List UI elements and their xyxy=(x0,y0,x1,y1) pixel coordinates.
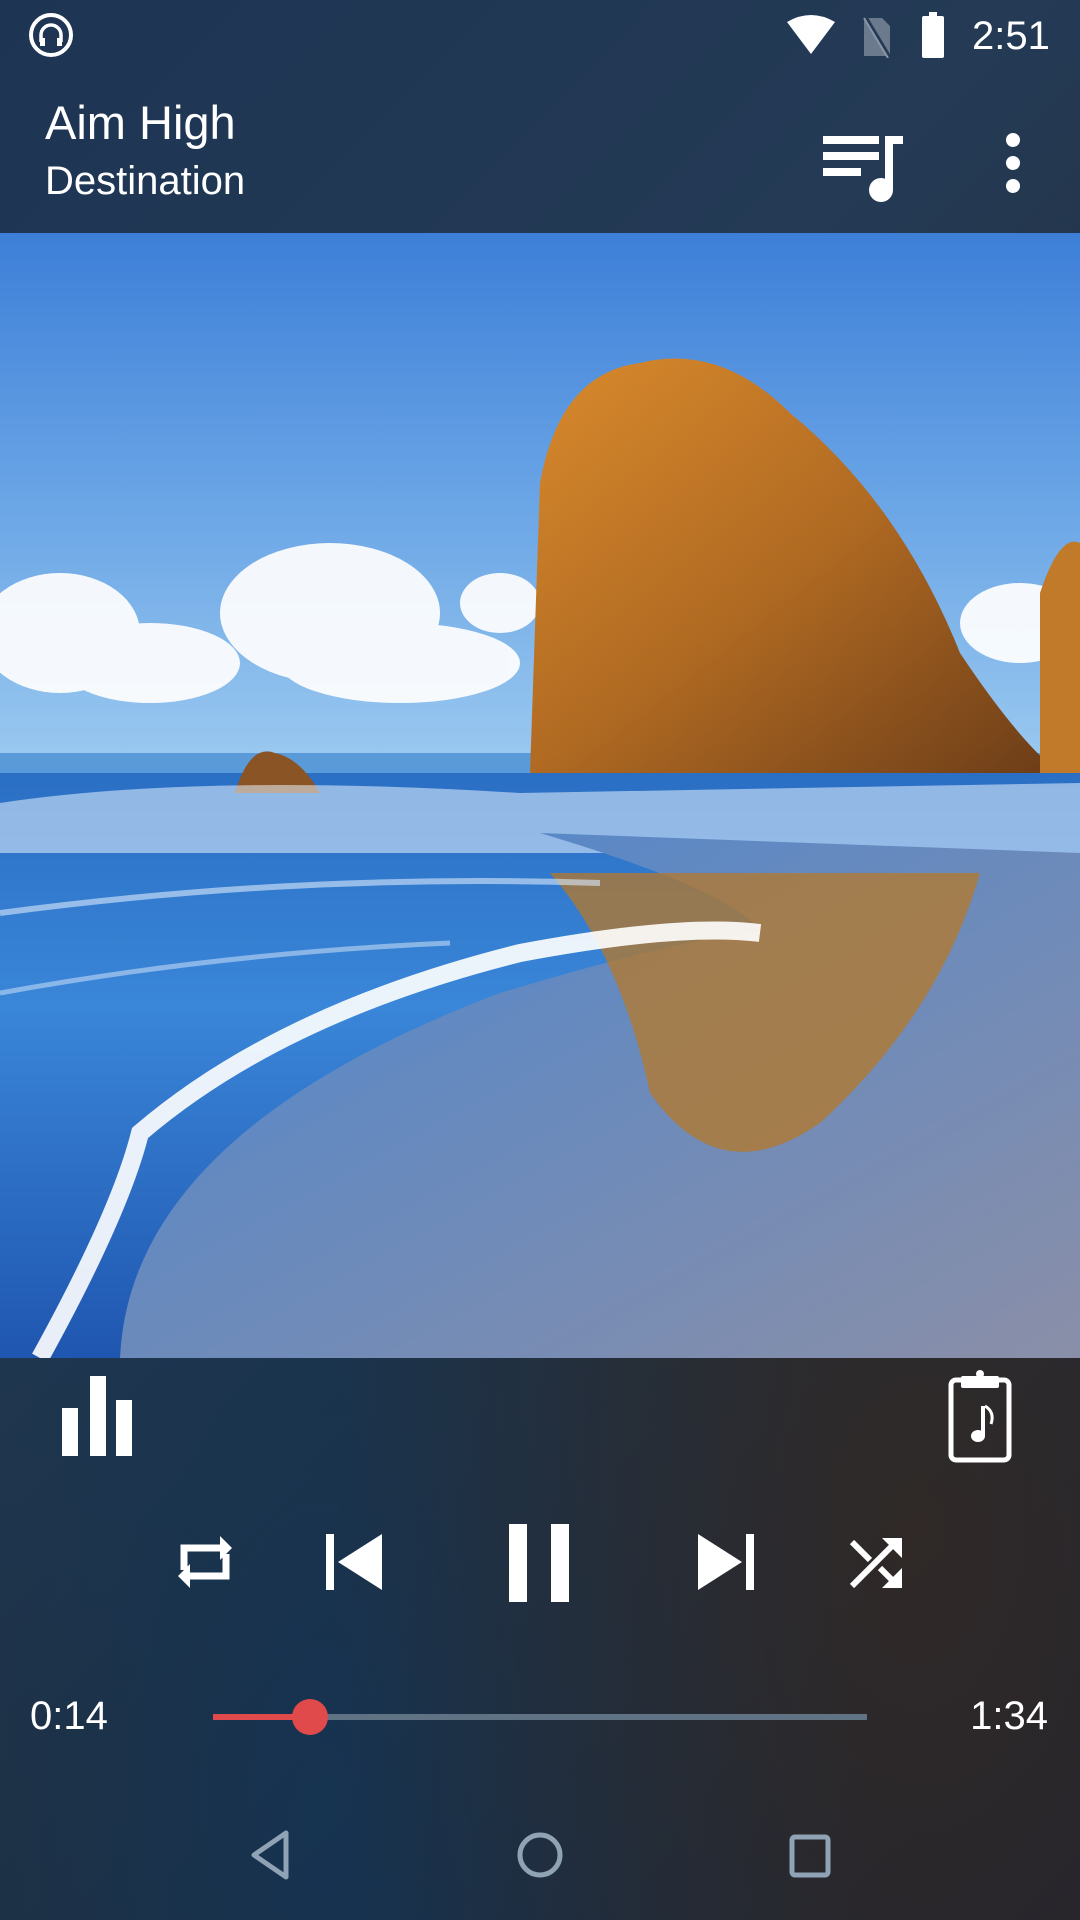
song-title: Aim High xyxy=(45,96,236,149)
seek-thumb[interactable] xyxy=(292,1699,329,1735)
more-options-button[interactable] xyxy=(990,122,1036,208)
lyrics-clipboard-icon xyxy=(945,1368,1017,1464)
lyrics-button[interactable] xyxy=(945,1368,1017,1464)
queue-button[interactable] xyxy=(815,122,911,208)
play-pause-button[interactable] xyxy=(497,1512,583,1612)
nav-back-button[interactable] xyxy=(230,1815,310,1895)
recents-icon xyxy=(770,1815,850,1895)
back-icon xyxy=(230,1815,310,1895)
nav-home-button[interactable] xyxy=(500,1815,580,1895)
repeat-icon xyxy=(170,1512,240,1612)
app-header: Aim High Destination xyxy=(0,72,1080,233)
seek-bar[interactable] xyxy=(213,1697,867,1737)
headphones-icon xyxy=(28,12,74,58)
next-button[interactable] xyxy=(690,1512,762,1612)
equalizer-icon xyxy=(58,1370,140,1458)
pause-icon xyxy=(497,1512,583,1612)
status-time: 2:51 xyxy=(972,14,1050,58)
more-vert-icon xyxy=(990,122,1036,208)
equalizer-button[interactable] xyxy=(58,1370,140,1458)
skip-previous-icon xyxy=(318,1512,390,1612)
no-sim-icon xyxy=(862,16,892,58)
battery-icon xyxy=(922,12,944,58)
artist-name: Destination xyxy=(45,159,246,203)
album-art xyxy=(0,233,1080,1358)
wifi-icon xyxy=(785,14,837,56)
current-time: 0:14 xyxy=(30,1694,108,1738)
home-icon xyxy=(500,1815,580,1895)
shuffle-button[interactable] xyxy=(842,1512,912,1612)
status-bar: 2:51 xyxy=(0,0,1080,72)
navigation-bar xyxy=(0,1790,1080,1920)
queue-music-icon xyxy=(815,122,911,208)
repeat-button[interactable] xyxy=(170,1512,240,1612)
previous-button[interactable] xyxy=(318,1512,390,1612)
skip-next-icon xyxy=(690,1512,762,1612)
total-time: 1:34 xyxy=(970,1694,1048,1738)
shuffle-icon xyxy=(842,1512,912,1612)
nav-recents-button[interactable] xyxy=(770,1815,850,1895)
